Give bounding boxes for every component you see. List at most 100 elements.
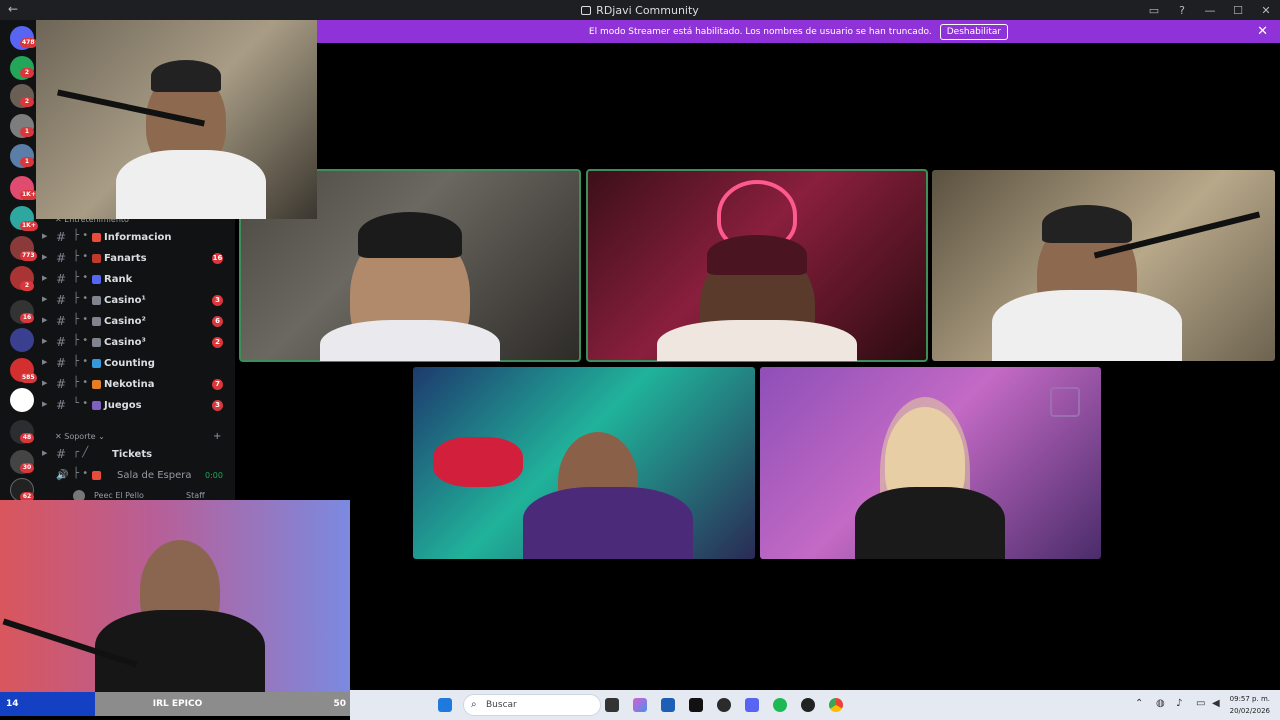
hashtag-icon: # xyxy=(56,230,67,244)
cap-shape xyxy=(358,212,462,258)
inbox-icon[interactable]: ▭ xyxy=(1140,4,1168,17)
server-badge: 1 xyxy=(20,127,34,137)
shirt-shape xyxy=(320,320,500,361)
close-button[interactable]: ✕ xyxy=(1252,4,1280,17)
chevron-right-icon: ▶ xyxy=(42,316,48,324)
obs-icon[interactable] xyxy=(717,698,731,712)
channel-tickets[interactable]: ▶ # ┌ ╱ Tickets xyxy=(40,446,235,464)
tree-branch-icon: └ • xyxy=(73,398,89,409)
shirt-shape xyxy=(95,610,265,692)
channel-nekotina[interactable]: ▶ # ├ • Nekotina 7 xyxy=(40,376,235,394)
streamer-webcam-bottom xyxy=(0,500,350,692)
server-rail: 478 2 2 1 1 1K+ 1K+ 773 2 16 585 48 30 6… xyxy=(0,20,40,502)
voice-emoji-icon xyxy=(92,471,101,480)
category-soporte[interactable]: ✕ Soporte ⌄ + xyxy=(55,431,221,442)
title-bar: ← RDjavi Community ▭ ? — ☐ ✕ xyxy=(0,0,1280,20)
server-badge: 585 xyxy=(20,373,37,383)
rank-emoji-icon xyxy=(92,275,101,284)
channel-juegos[interactable]: ▶ # └ • Juegos 3 xyxy=(40,397,235,415)
video-tile[interactable] xyxy=(932,170,1275,361)
capcut-icon[interactable] xyxy=(689,698,703,712)
channel-casino-3[interactable]: ▶ # ├ • Casino³ 2 xyxy=(40,334,235,352)
server-badge: 1K+ xyxy=(20,221,38,231)
hoodie-shape xyxy=(523,487,693,559)
clock[interactable]: 09:57 p. m. 20/02/2026 xyxy=(1230,693,1270,717)
microphone-icon[interactable]: ♪ xyxy=(1176,698,1182,709)
security-icon[interactable]: ◍ xyxy=(1156,698,1165,709)
maximize-button[interactable]: ☐ xyxy=(1224,4,1252,17)
unread-badge: 2 xyxy=(212,337,223,348)
tree-branch-icon: ├ • xyxy=(73,251,89,262)
channel-casino-2[interactable]: ▶ # ├ • Casino² 6 xyxy=(40,313,235,331)
banner-text: El modo Streamer está habilitado. Los no… xyxy=(588,26,932,37)
streamer-mode-banner: El modo Streamer está habilitado. Los no… xyxy=(317,20,1280,43)
close-icon[interactable]: ✕ xyxy=(1257,24,1268,39)
disable-streamer-button[interactable]: Deshabilitar xyxy=(939,23,1009,40)
casino-emoji-icon xyxy=(92,317,101,326)
channel-casino-1[interactable]: ▶ # ├ • Casino¹ 3 xyxy=(40,292,235,310)
help-icon[interactable]: ? xyxy=(1168,4,1196,17)
cap-shape xyxy=(707,235,807,275)
chevron-right-icon: ▶ xyxy=(42,358,48,366)
add-channel-icon[interactable]: + xyxy=(213,431,221,442)
chrome-icon[interactable] xyxy=(829,698,843,712)
cap-shape xyxy=(1042,205,1132,243)
hashtag-icon: # xyxy=(56,335,67,349)
discord-icon[interactable] xyxy=(745,698,759,712)
unread-badge: 7 xyxy=(212,379,223,390)
video-tile[interactable] xyxy=(760,367,1101,559)
hashtag-icon: # xyxy=(56,314,67,328)
shirt-shape xyxy=(657,320,857,361)
numbers-emoji-icon xyxy=(92,359,101,368)
video-tile[interactable] xyxy=(586,169,928,362)
gamepad-emoji-icon xyxy=(92,401,101,410)
copilot-icon[interactable] xyxy=(633,698,647,712)
irl-overlay-bar: 14 IRL EPICO 50 xyxy=(0,692,350,716)
hashtag-icon: # xyxy=(56,447,67,461)
tree-branch-icon: ├ • xyxy=(73,314,89,325)
hashtag-icon: # xyxy=(56,356,67,370)
irl-right-value: 50 xyxy=(260,692,350,716)
chevron-up-icon[interactable]: ⌃ xyxy=(1135,698,1143,709)
tree-branch-icon: ├ • xyxy=(73,230,89,241)
spotify-icon[interactable] xyxy=(773,698,787,712)
server-icon[interactable] xyxy=(10,328,34,352)
unread-badge: 6 xyxy=(212,316,223,327)
window-title: RDjavi Community xyxy=(0,4,1280,17)
windows-start-icon[interactable] xyxy=(438,698,452,712)
channel-fanarts[interactable]: ▶ # ├ • Fanarts 16 xyxy=(40,250,235,268)
tree-branch-icon: ┌ ╱ xyxy=(73,447,89,458)
streamer-webcam-top xyxy=(36,20,317,219)
hashtag-icon: # xyxy=(56,251,67,265)
note-emoji-icon xyxy=(92,233,101,242)
search-icon: ⌕ xyxy=(471,699,477,710)
casino-emoji-icon xyxy=(92,338,101,347)
speaker-icon: 🔊 xyxy=(56,470,69,481)
channel-informacion[interactable]: ▶ # ├ • Informacion xyxy=(40,229,235,247)
task-view-icon[interactable] xyxy=(605,698,619,712)
network-icon[interactable]: ▭ xyxy=(1196,698,1205,709)
chevron-right-icon: ▶ xyxy=(42,379,48,387)
server-badge: 2 xyxy=(20,281,34,291)
chevron-right-icon: ▶ xyxy=(42,274,48,282)
server-icon[interactable] xyxy=(10,388,34,412)
unread-badge: 3 xyxy=(212,295,223,306)
irl-title: IRL EPICO xyxy=(95,692,260,716)
channel-rank[interactable]: ▶ # ├ • Rank xyxy=(40,271,235,289)
video-tile[interactable] xyxy=(413,367,755,559)
volume-icon[interactable]: ◀ xyxy=(1212,698,1220,709)
search-box[interactable]: ⌕ Buscar xyxy=(463,694,601,716)
app-icon[interactable] xyxy=(801,698,815,712)
cap-shape xyxy=(151,60,221,92)
chevron-right-icon: ▶ xyxy=(42,253,48,261)
channel-counting[interactable]: ▶ # ├ • Counting xyxy=(40,355,235,373)
voice-channel-sala-de-espera[interactable]: 🔊 ├ • Sala de Espera 0:00 xyxy=(40,467,235,485)
casino-emoji-icon xyxy=(92,296,101,305)
store-icon[interactable] xyxy=(661,698,675,712)
chevron-right-icon: ▶ xyxy=(42,449,48,457)
server-badge: 16 xyxy=(20,313,34,323)
minimize-button[interactable]: — xyxy=(1196,4,1224,17)
chevron-right-icon: ▶ xyxy=(42,400,48,408)
channel-list: ✕ Entretenimiento ▶ # ├ • Informacion ▶ # ├ •… xyxy=(40,215,235,502)
unread-badge: 16 xyxy=(212,253,223,264)
